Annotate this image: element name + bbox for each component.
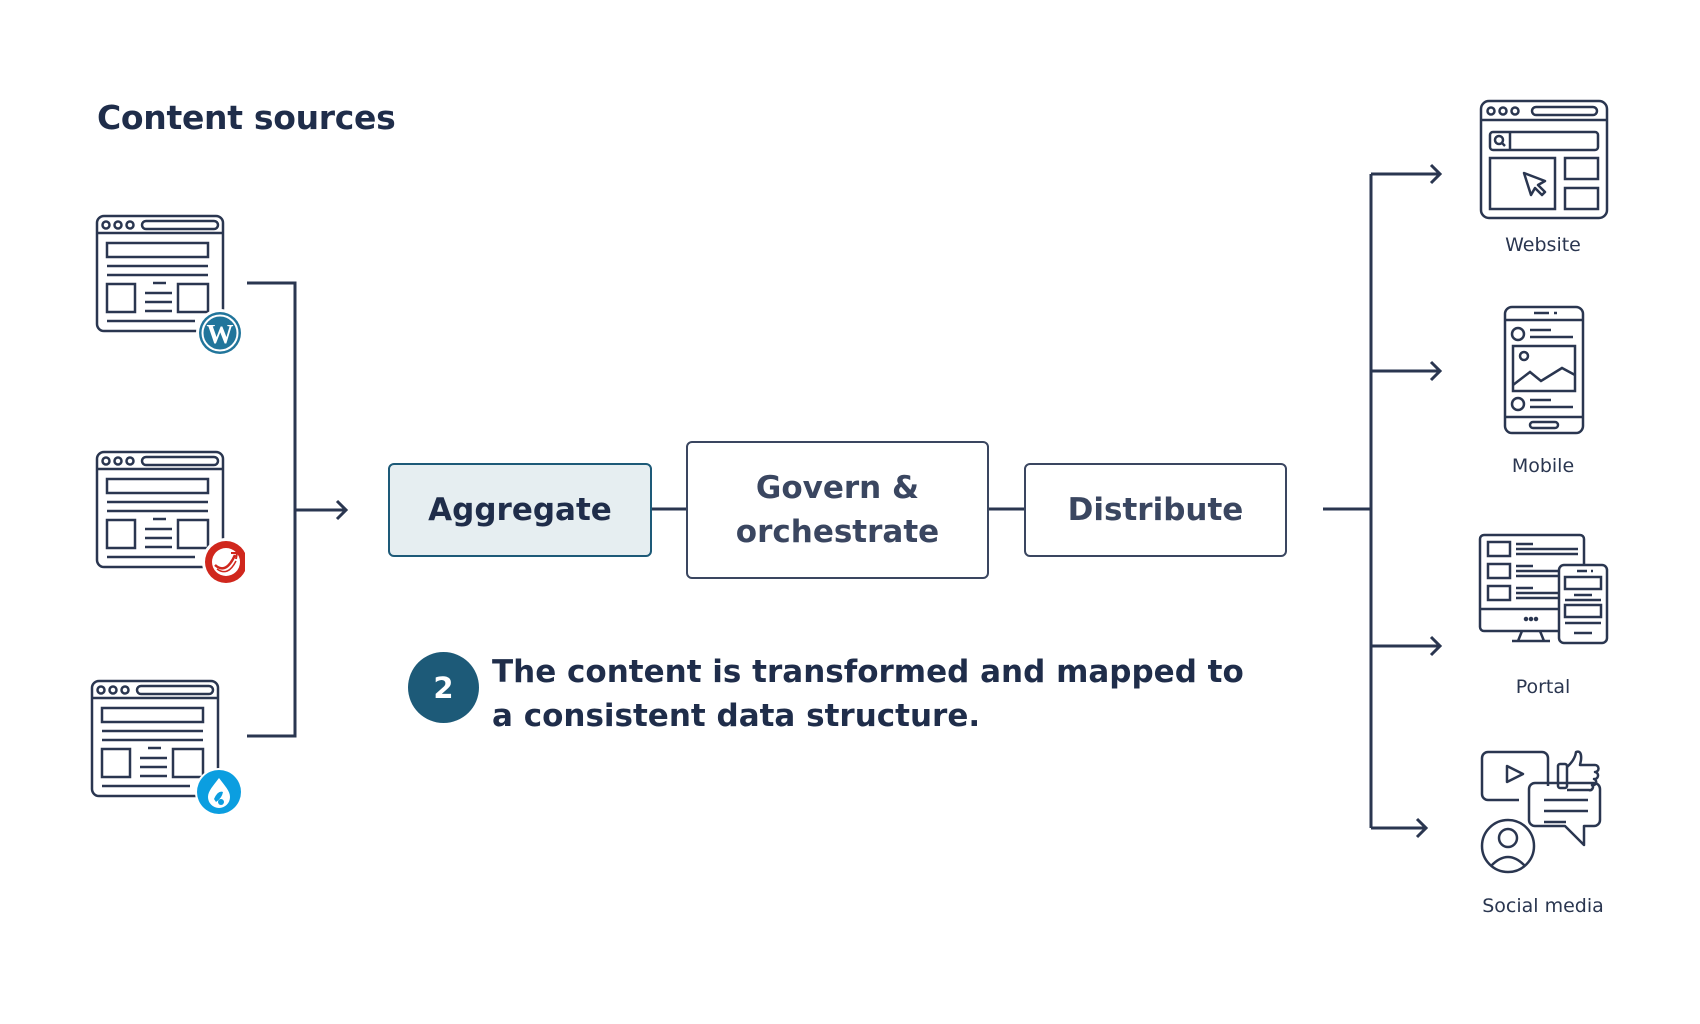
distribute-step: Distribute (1024, 463, 1287, 557)
svg-text:W: W (207, 319, 234, 349)
thumbs-up-icon (1566, 750, 1600, 792)
source-connector-top (247, 281, 297, 738)
portal-icon (1478, 533, 1609, 645)
mobile-icon (1503, 305, 1585, 435)
wordpress-icon: W (196, 309, 244, 357)
chat-bubble-icon (1527, 781, 1602, 847)
aggregate-step: Aggregate (388, 463, 652, 557)
govern-orchestrate-label: Govern & orchestrate (735, 470, 940, 550)
browser-window-icon (95, 214, 225, 333)
output-label-social-media: Social media (1482, 895, 1604, 917)
aggregate-label: Aggregate (428, 492, 612, 528)
output-label-portal: Portal (1515, 676, 1571, 698)
govern-orchestrate-step: Govern & orchestrate (686, 441, 989, 579)
social-media-icon (1480, 750, 1602, 874)
play-icon (1505, 764, 1525, 784)
step-number-badge: 2 (408, 652, 479, 723)
source-wordpress: W (95, 214, 244, 357)
source-drupal (90, 679, 243, 816)
source-sitecore (95, 450, 245, 586)
step-description: The content is transformed and mapped to… (492, 654, 1244, 734)
website-icon (1479, 99, 1609, 220)
output-label-website: Website (1505, 234, 1581, 256)
browser-window-icon (95, 450, 225, 569)
distribute-label: Distribute (1067, 492, 1244, 528)
drupal-icon (195, 768, 243, 816)
output-label-mobile: Mobile (1511, 455, 1575, 477)
video-frame (1480, 750, 1550, 802)
